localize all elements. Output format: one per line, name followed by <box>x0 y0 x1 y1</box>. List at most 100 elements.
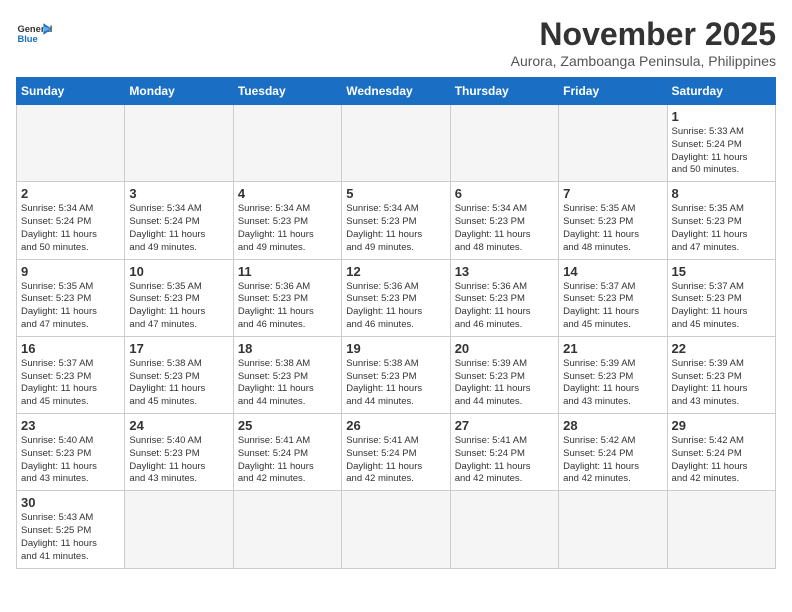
day-number: 7 <box>563 186 662 201</box>
day-info: Sunrise: 5:40 AM Sunset: 5:23 PM Dayligh… <box>129 435 228 486</box>
day-number: 26 <box>346 418 445 433</box>
day-info: Sunrise: 5:37 AM Sunset: 5:23 PM Dayligh… <box>21 358 120 409</box>
day-number: 2 <box>21 186 120 201</box>
calendar-cell <box>233 491 341 568</box>
day-info: Sunrise: 5:37 AM Sunset: 5:23 PM Dayligh… <box>563 281 662 332</box>
calendar-cell: 13 Sunrise: 5:36 AM Sunset: 5:23 PM Dayli… <box>450 259 558 336</box>
calendar-cell: 12Sunrise: 5:36 AM Sunset: 5:23 PM Dayli… <box>342 259 450 336</box>
calendar-cell: 28 Sunrise: 5:42 AM Sunset: 5:24 PM Dayli… <box>559 414 667 491</box>
calendar-cell: 3 Sunrise: 5:34 AM Sunset: 5:24 PM Daylig… <box>125 182 233 259</box>
calendar-cell: 8 Sunrise: 5:35 AM Sunset: 5:23 PM Daylig… <box>667 182 775 259</box>
calendar-cell <box>125 105 233 182</box>
calendar-cell: 10Sunrise: 5:35 AM Sunset: 5:23 PM Dayli… <box>125 259 233 336</box>
day-header-thursday: Thursday <box>450 78 558 105</box>
calendar-cell: 30 Sunrise: 5:43 AM Sunset: 5:25 PM Dayli… <box>17 491 125 568</box>
calendar-cell: 21 Sunrise: 5:39 AM Sunset: 5:23 PM Dayli… <box>559 336 667 413</box>
day-info: Sunrise: 5:37 AM Sunset: 5:23 PM Dayligh… <box>672 281 771 332</box>
day-info: Sunrise: 5:43 AM Sunset: 5:25 PM Dayligh… <box>21 512 120 563</box>
day-info: Sunrise: 5:34 AM Sunset: 5:23 PM Dayligh… <box>455 203 554 254</box>
day-number: 20 <box>455 341 554 356</box>
calendar-cell: 6Sunrise: 5:34 AM Sunset: 5:23 PM Daylig… <box>450 182 558 259</box>
day-header-friday: Friday <box>559 78 667 105</box>
calendar-cell: 17 Sunrise: 5:38 AM Sunset: 5:23 PM Dayli… <box>125 336 233 413</box>
svg-text:Blue: Blue <box>17 34 37 44</box>
day-number: 14 <box>563 264 662 279</box>
day-number: 16 <box>21 341 120 356</box>
day-number: 28 <box>563 418 662 433</box>
calendar-cell: 1Sunrise: 5:33 AM Sunset: 5:24 PM Daylig… <box>667 105 775 182</box>
day-number: 21 <box>563 341 662 356</box>
calendar-cell: 14 Sunrise: 5:37 AM Sunset: 5:23 PM Dayli… <box>559 259 667 336</box>
calendar-cell <box>450 491 558 568</box>
calendar-cell: 23 Sunrise: 5:40 AM Sunset: 5:23 PM Dayli… <box>17 414 125 491</box>
calendar-cell: 27 Sunrise: 5:41 AM Sunset: 5:24 PM Dayli… <box>450 414 558 491</box>
day-info: Sunrise: 5:39 AM Sunset: 5:23 PM Dayligh… <box>455 358 554 409</box>
week-row-1: 1Sunrise: 5:33 AM Sunset: 5:24 PM Daylig… <box>17 105 776 182</box>
week-row-2: 2 Sunrise: 5:34 AM Sunset: 5:24 PM Daylig… <box>17 182 776 259</box>
day-number: 30 <box>21 495 120 510</box>
calendar-cell <box>559 105 667 182</box>
day-number: 5 <box>346 186 445 201</box>
day-number: 15 <box>672 264 771 279</box>
logo: General Blue <box>16 16 52 52</box>
day-number: 8 <box>672 186 771 201</box>
month-title: November 2025 <box>511 16 776 53</box>
day-number: 11 <box>238 264 337 279</box>
calendar-cell: 11 Sunrise: 5:36 AM Sunset: 5:23 PM Dayli… <box>233 259 341 336</box>
day-info: Sunrise: 5:35 AM Sunset: 5:23 PM Dayligh… <box>672 203 771 254</box>
title-area: November 2025 Aurora, Zamboanga Peninsul… <box>511 16 776 69</box>
calendar-cell: 19 Sunrise: 5:38 AM Sunset: 5:23 PM Dayli… <box>342 336 450 413</box>
day-info: Sunrise: 5:42 AM Sunset: 5:24 PM Dayligh… <box>672 435 771 486</box>
day-header-wednesday: Wednesday <box>342 78 450 105</box>
day-info: Sunrise: 5:40 AM Sunset: 5:23 PM Dayligh… <box>21 435 120 486</box>
calendar-cell: 4 Sunrise: 5:34 AM Sunset: 5:23 PM Daylig… <box>233 182 341 259</box>
day-number: 10 <box>129 264 228 279</box>
calendar-cell: 20 Sunrise: 5:39 AM Sunset: 5:23 PM Dayli… <box>450 336 558 413</box>
calendar-cell: 22Sunrise: 5:39 AM Sunset: 5:23 PM Dayli… <box>667 336 775 413</box>
day-header-monday: Monday <box>125 78 233 105</box>
day-info: Sunrise: 5:39 AM Sunset: 5:23 PM Dayligh… <box>672 358 771 409</box>
calendar-cell <box>559 491 667 568</box>
subtitle: Aurora, Zamboanga Peninsula, Philippines <box>511 53 776 69</box>
day-info: Sunrise: 5:38 AM Sunset: 5:23 PM Dayligh… <box>238 358 337 409</box>
day-info: Sunrise: 5:34 AM Sunset: 5:24 PM Dayligh… <box>129 203 228 254</box>
calendar-cell <box>342 105 450 182</box>
calendar-cell: 26Sunrise: 5:41 AM Sunset: 5:24 PM Dayli… <box>342 414 450 491</box>
day-number: 23 <box>21 418 120 433</box>
week-row-5: 23 Sunrise: 5:40 AM Sunset: 5:23 PM Dayli… <box>17 414 776 491</box>
calendar-cell: 15 Sunrise: 5:37 AM Sunset: 5:23 PM Dayli… <box>667 259 775 336</box>
day-info: Sunrise: 5:41 AM Sunset: 5:24 PM Dayligh… <box>455 435 554 486</box>
day-number: 24 <box>129 418 228 433</box>
day-info: Sunrise: 5:38 AM Sunset: 5:23 PM Dayligh… <box>346 358 445 409</box>
calendar-cell: 9Sunrise: 5:35 AM Sunset: 5:23 PM Daylig… <box>17 259 125 336</box>
day-info: Sunrise: 5:41 AM Sunset: 5:24 PM Dayligh… <box>238 435 337 486</box>
header-row: SundayMondayTuesdayWednesdayThursdayFrid… <box>17 78 776 105</box>
calendar-cell <box>125 491 233 568</box>
day-header-tuesday: Tuesday <box>233 78 341 105</box>
day-number: 3 <box>129 186 228 201</box>
day-number: 13 <box>455 264 554 279</box>
calendar-cell: 2Sunrise: 5:34 AM Sunset: 5:24 PM Daylig… <box>17 182 125 259</box>
day-number: 9 <box>21 264 120 279</box>
day-number: 4 <box>238 186 337 201</box>
calendar-cell <box>17 105 125 182</box>
calendar-cell: 18 Sunrise: 5:38 AM Sunset: 5:23 PM Dayli… <box>233 336 341 413</box>
calendar-cell: 24 Sunrise: 5:40 AM Sunset: 5:23 PM Dayli… <box>125 414 233 491</box>
day-number: 27 <box>455 418 554 433</box>
calendar-cell <box>667 491 775 568</box>
day-info: Sunrise: 5:36 AM Sunset: 5:23 PM Dayligh… <box>238 281 337 332</box>
day-number: 17 <box>129 341 228 356</box>
day-number: 19 <box>346 341 445 356</box>
day-info: Sunrise: 5:38 AM Sunset: 5:23 PM Dayligh… <box>129 358 228 409</box>
day-info: Sunrise: 5:36 AM Sunset: 5:23 PM Dayligh… <box>455 281 554 332</box>
calendar-table: SundayMondayTuesdayWednesdayThursdayFrid… <box>16 77 776 569</box>
day-info: Sunrise: 5:34 AM Sunset: 5:23 PM Dayligh… <box>238 203 337 254</box>
day-info: Sunrise: 5:34 AM Sunset: 5:23 PM Dayligh… <box>346 203 445 254</box>
day-number: 18 <box>238 341 337 356</box>
week-row-4: 16 Sunrise: 5:37 AM Sunset: 5:23 PM Dayli… <box>17 336 776 413</box>
week-row-3: 9Sunrise: 5:35 AM Sunset: 5:23 PM Daylig… <box>17 259 776 336</box>
day-info: Sunrise: 5:42 AM Sunset: 5:24 PM Dayligh… <box>563 435 662 486</box>
day-number: 25 <box>238 418 337 433</box>
day-header-sunday: Sunday <box>17 78 125 105</box>
day-info: Sunrise: 5:39 AM Sunset: 5:23 PM Dayligh… <box>563 358 662 409</box>
